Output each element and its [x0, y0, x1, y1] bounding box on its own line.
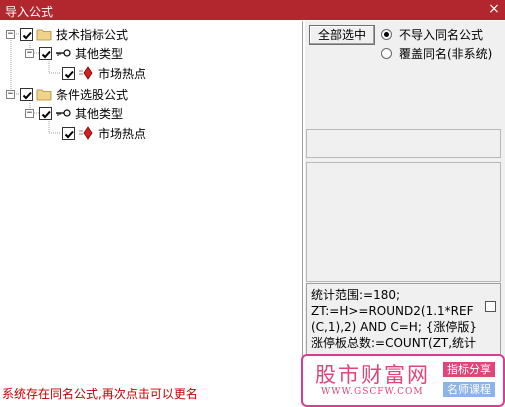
radio-selected-icon[interactable] — [381, 29, 392, 40]
close-button[interactable]: × — [483, 0, 505, 20]
formula-text: 统计范围:=180; ZT:=H>=ROUND2(1.1*REF(C,1),2)… — [311, 288, 477, 350]
radio-skip-label: 不导入同名公式 — [399, 28, 484, 42]
collapse-toggle[interactable]: − — [6, 89, 15, 99]
tree-checkbox[interactable] — [39, 106, 52, 120]
tree-checkbox[interactable] — [62, 126, 75, 140]
collapse-toggle[interactable]: − — [25, 48, 34, 58]
select-all-button[interactable]: 全部选中 — [309, 25, 375, 45]
tree-checkbox[interactable] — [62, 66, 75, 80]
tree-node-label: 其他类型 — [75, 106, 124, 121]
tree-node-market-hotspot[interactable]: 市场热点 — [62, 64, 146, 82]
scroll-checkbox[interactable] — [485, 301, 496, 312]
radio-skip-duplicates[interactable]: 不导入同名公式 — [381, 26, 483, 43]
tree-node-tech-indicators[interactable]: − 技术指标公式 — [6, 25, 128, 43]
tree-node-label: 条件选股公式 — [56, 87, 129, 102]
key-icon — [55, 46, 71, 60]
key-icon — [55, 106, 71, 120]
watermark-site-name: 股市财富网 — [315, 363, 430, 387]
diamond-icon — [78, 126, 94, 140]
watermark-logo: 股市财富网 WWW.GSCFW.COM 指标分享 名师课程 — [301, 354, 505, 407]
tree-node-market-hotspot[interactable]: 市场热点 — [62, 124, 146, 142]
status-message: 系统存在同名公式,再次点击可以更名 — [2, 387, 198, 401]
tree-node-other-types[interactable]: − 其他类型 — [25, 104, 123, 122]
radio-overwrite-label: 覆盖同名(非系统) — [399, 47, 493, 61]
description-panel — [306, 162, 501, 282]
tree-checkbox[interactable] — [39, 46, 52, 60]
watermark-tag-share: 指标分享 — [443, 362, 495, 377]
watermark-url: WWW.GSCFW.COM — [321, 387, 424, 397]
title-bar: 导入公式 × — [0, 0, 505, 20]
formula-tree: − 技术指标公式 − 其他类型 市场热点 − 条件选股公式 − 其他类型 市场热… — [1, 21, 303, 376]
collapse-toggle[interactable]: − — [6, 29, 15, 39]
tree-node-stock-screening[interactable]: − 条件选股公式 — [6, 85, 128, 103]
tree-node-other-types[interactable]: − 其他类型 — [25, 44, 123, 62]
diamond-icon — [78, 66, 94, 80]
tree-node-label: 市场热点 — [98, 126, 147, 141]
folder-icon — [36, 27, 52, 41]
radio-overwrite-duplicates[interactable]: 覆盖同名(非系统) — [381, 45, 492, 62]
tree-node-label: 其他类型 — [75, 46, 124, 61]
watermark-tag-course: 名师课程 — [443, 382, 495, 397]
options-panel: 全部选中 不导入同名公式 覆盖同名(非系统) 统计范围:=180; ZT:=H>… — [305, 21, 505, 376]
tree-checkbox[interactable] — [20, 87, 33, 101]
folder-icon — [36, 87, 52, 101]
collapse-toggle[interactable]: − — [25, 108, 34, 118]
window-title: 导入公式 — [5, 5, 54, 19]
tree-node-label: 市场热点 — [98, 66, 147, 81]
radio-unselected-icon[interactable] — [381, 48, 392, 59]
info-field — [306, 129, 501, 158]
tree-checkbox[interactable] — [20, 27, 33, 41]
tree-node-label: 技术指标公式 — [56, 27, 129, 42]
